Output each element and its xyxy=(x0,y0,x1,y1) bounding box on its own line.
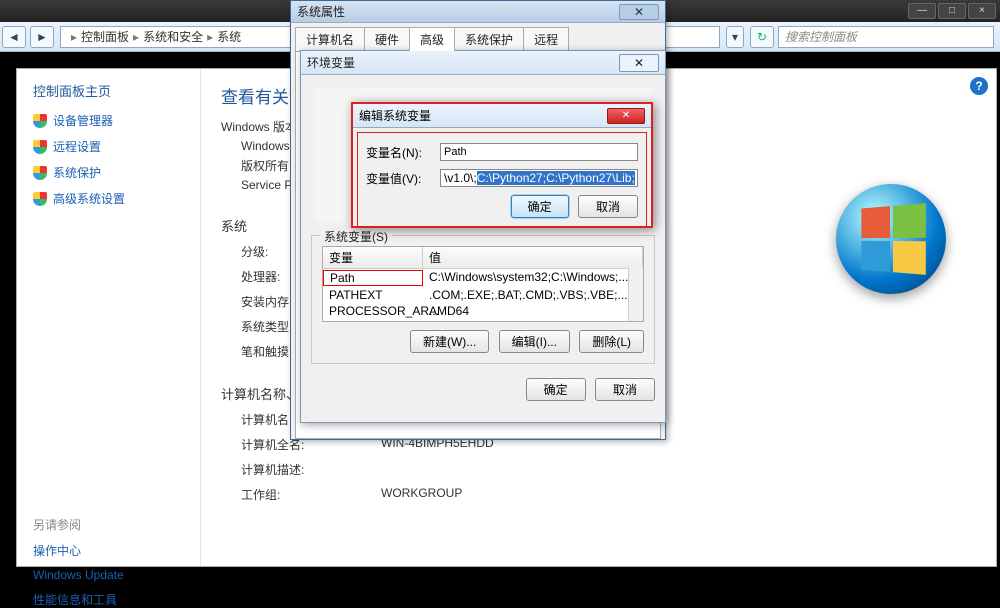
tab-0[interactable]: 计算机名 xyxy=(295,27,365,51)
breadcrumb-sep: ▸ xyxy=(207,30,213,44)
breadcrumb-item[interactable]: 系统 xyxy=(217,28,241,45)
sidebar-link-windows-update[interactable]: Windows Update xyxy=(33,568,200,582)
system-variables-list[interactable]: 变量 值 PathC:\Windows\system32;C:\Windows;… xyxy=(322,246,644,322)
shield-icon xyxy=(33,114,47,128)
dialog-title: 编辑系统变量 xyxy=(359,107,431,124)
row-label: 工作组: xyxy=(241,486,381,503)
variable-value-label: 变量值(V): xyxy=(366,170,440,187)
sidebar-title: 控制面板主页 xyxy=(33,81,200,100)
breadcrumb-item[interactable]: 系统和安全 xyxy=(143,28,203,45)
see-also-header: 另请参阅 xyxy=(33,516,200,533)
breadcrumb-sep: ▸ xyxy=(133,30,139,44)
tab-1[interactable]: 硬件 xyxy=(364,27,410,51)
maximize-button[interactable]: □ xyxy=(938,3,966,19)
variable-value-input[interactable]: \v1.0\;C:\Python27;C:\Python27\Lib; xyxy=(440,169,638,187)
edit-system-variable-dialog: 编辑系统变量 ✕ 变量名(N): Path 变量值(V): \v1.0\;C:\… xyxy=(351,102,653,228)
tab-3[interactable]: 系统保护 xyxy=(454,27,524,51)
row-label: 计算机描述: xyxy=(241,461,381,478)
sidebar-link-device-manager[interactable]: 设备管理器 xyxy=(33,112,200,129)
tab-2[interactable]: 高级 xyxy=(409,27,455,51)
ok-button[interactable]: 确定 xyxy=(511,195,569,218)
nav-back-button[interactable]: ◄ xyxy=(2,26,26,48)
sidebar: 控制面板主页 设备管理器 远程设置 系统保护 高级系统设置 另请参阅 操作中心 … xyxy=(17,69,201,566)
edit-button[interactable]: 编辑(I)... xyxy=(499,330,570,353)
sidebar-link-advanced[interactable]: 高级系统设置 xyxy=(33,190,200,207)
variable-row[interactable]: PROCESSOR_AR...AMD64 xyxy=(323,303,643,319)
breadcrumb-sep: ▸ xyxy=(71,30,77,44)
variable-row[interactable]: PathC:\Windows\system32;C:\Windows;... xyxy=(323,269,643,287)
search-input[interactable]: 搜索控制面板 xyxy=(778,26,994,48)
dialog-titlebar[interactable]: 编辑系统变量 ✕ xyxy=(353,104,651,128)
ok-button[interactable]: 确定 xyxy=(526,378,586,401)
tab-4[interactable]: 远程 xyxy=(523,27,569,51)
sidebar-link-action-center[interactable]: 操作中心 xyxy=(33,542,200,559)
dialog-titlebar[interactable]: 环境变量 ✕ xyxy=(301,51,665,75)
breadcrumb-item[interactable]: 控制面板 xyxy=(81,28,129,45)
sidebar-link-remote[interactable]: 远程设置 xyxy=(33,138,200,155)
windows-logo-icon xyxy=(836,184,946,294)
shield-icon xyxy=(33,166,47,180)
cancel-button[interactable]: 取消 xyxy=(595,378,655,401)
minimize-button[interactable]: — xyxy=(908,3,936,19)
dialog-titlebar[interactable]: 系统属性 ✕ xyxy=(291,1,665,23)
dropdown-button[interactable]: ▾ xyxy=(726,26,744,48)
scrollbar[interactable] xyxy=(628,267,643,321)
sidebar-link-protection[interactable]: 系统保护 xyxy=(33,164,200,181)
tab-strip: 计算机名硬件高级系统保护远程 xyxy=(291,23,665,51)
delete-button[interactable]: 删除(L) xyxy=(579,330,644,353)
shield-icon xyxy=(33,192,47,206)
variable-name-input[interactable]: Path xyxy=(440,143,638,161)
close-button[interactable]: ✕ xyxy=(607,108,645,124)
nav-forward-button[interactable]: ► xyxy=(30,26,54,48)
close-button[interactable]: × xyxy=(968,3,996,19)
column-header-variable[interactable]: 变量 xyxy=(323,247,423,268)
system-variables-group: 系统变量(S) 变量 值 PathC:\Windows\system32;C:\… xyxy=(311,235,655,364)
dialog-title: 系统属性 xyxy=(297,3,345,20)
close-button[interactable]: ✕ xyxy=(619,54,659,72)
shield-icon xyxy=(33,140,47,154)
variable-row[interactable]: PROCESSOR_IDIntel64 Family 6 Model 94 St… xyxy=(323,319,643,322)
variable-name-label: 变量名(N): xyxy=(366,144,440,161)
sidebar-link-performance[interactable]: 性能信息和工具 xyxy=(33,591,200,608)
new-button[interactable]: 新建(W)... xyxy=(410,330,489,353)
close-button[interactable]: ✕ xyxy=(619,4,659,20)
refresh-button[interactable]: ↻ xyxy=(750,26,774,48)
column-header-value[interactable]: 值 xyxy=(423,247,643,268)
group-label: 系统变量(S) xyxy=(320,228,392,245)
dialog-title: 环境变量 xyxy=(307,54,355,71)
row-value: WORKGROUP xyxy=(381,486,462,503)
cancel-button[interactable]: 取消 xyxy=(578,195,638,218)
variable-row[interactable]: PATHEXT.COM;.EXE;.BAT;.CMD;.VBS;.VBE;... xyxy=(323,287,643,303)
